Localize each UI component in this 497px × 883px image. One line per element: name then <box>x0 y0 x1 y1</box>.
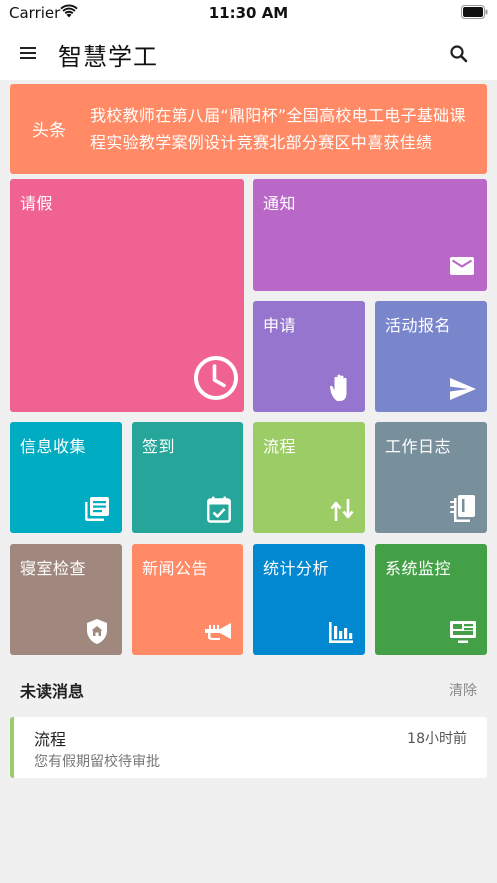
tile-leave[interactable]: 请假 <box>10 179 244 412</box>
clear-button[interactable]: 清除 <box>449 680 477 700</box>
notebook-icon <box>450 495 475 522</box>
message-accent-bar <box>10 717 14 778</box>
tile-label: 活动报名 <box>385 316 452 335</box>
hand-icon <box>330 374 347 401</box>
battery-icon <box>461 5 488 19</box>
clock-time: 11:30 AM <box>208 4 289 22</box>
tile-info-collect[interactable]: 信息收集 <box>10 422 122 533</box>
trumpet-icon <box>205 623 231 640</box>
message-time: 18小时前 <box>407 731 467 747</box>
shield-home-icon <box>87 619 107 644</box>
tile-label: 签到 <box>142 437 176 456</box>
tile-label: 系统监控 <box>385 559 452 578</box>
tile-label: 工作日志 <box>385 437 452 456</box>
headline-banner[interactable]: 头条 我校教师在第八届“鼎阳杯”全国高校电工电子基础课程实验教学案例设计竞赛北部… <box>10 84 487 174</box>
tile-statistics[interactable]: 统计分析 <box>253 544 365 655</box>
send-icon <box>450 378 476 400</box>
tile-label: 通知 <box>263 194 297 213</box>
tile-label: 统计分析 <box>263 559 330 578</box>
unread-messages-title: 未读消息 <box>20 682 85 701</box>
tile-label: 请假 <box>20 194 54 213</box>
library-books-icon <box>85 497 109 521</box>
headline-tag: 头条 <box>32 121 66 141</box>
app-header: 智慧学工 <box>0 26 497 80</box>
search-icon[interactable] <box>449 44 469 64</box>
hamburger-menu-icon[interactable] <box>19 44 37 62</box>
tile-apply[interactable]: 申请 <box>253 301 365 412</box>
tile-label: 信息收集 <box>20 437 87 456</box>
message-item[interactable]: 流程 18小时前 您有假期留校待审批 <box>10 717 487 778</box>
tile-dorm-check[interactable]: 寝室检查 <box>10 544 122 655</box>
clock-icon <box>194 356 238 400</box>
tile-system-monitor[interactable]: 系统监控 <box>375 544 487 655</box>
page-title: 智慧学工 <box>58 43 158 71</box>
bar-chart-icon <box>329 622 353 643</box>
tile-work-log[interactable]: 工作日志 <box>375 422 487 533</box>
calendar-check-icon <box>207 496 231 523</box>
tile-label: 申请 <box>263 316 297 335</box>
tile-label: 流程 <box>263 437 297 456</box>
monitor-dashboard-icon <box>450 621 476 643</box>
headline-text: 我校教师在第八届“鼎阳杯”全国高校电工电子基础课程实验教学案例设计竞赛北部分赛区… <box>90 106 466 152</box>
mail-icon <box>450 257 474 275</box>
message-body: 您有假期留校待审批 <box>34 754 160 770</box>
swap-vertical-icon <box>330 499 354 521</box>
tile-label: 寝室检查 <box>20 559 87 578</box>
tile-activity-signup[interactable]: 活动报名 <box>375 301 487 412</box>
message-title: 流程 <box>34 730 67 749</box>
tile-news[interactable]: 新闻公告 <box>132 544 243 655</box>
tile-checkin[interactable]: 签到 <box>132 422 243 533</box>
tile-notice[interactable]: 通知 <box>253 179 487 291</box>
tile-process[interactable]: 流程 <box>253 422 365 533</box>
tile-label: 新闻公告 <box>142 559 209 578</box>
status-bar: Carrier 11:30 AM <box>0 0 497 26</box>
unread-messages-header: 未读消息 清除 <box>20 678 477 701</box>
